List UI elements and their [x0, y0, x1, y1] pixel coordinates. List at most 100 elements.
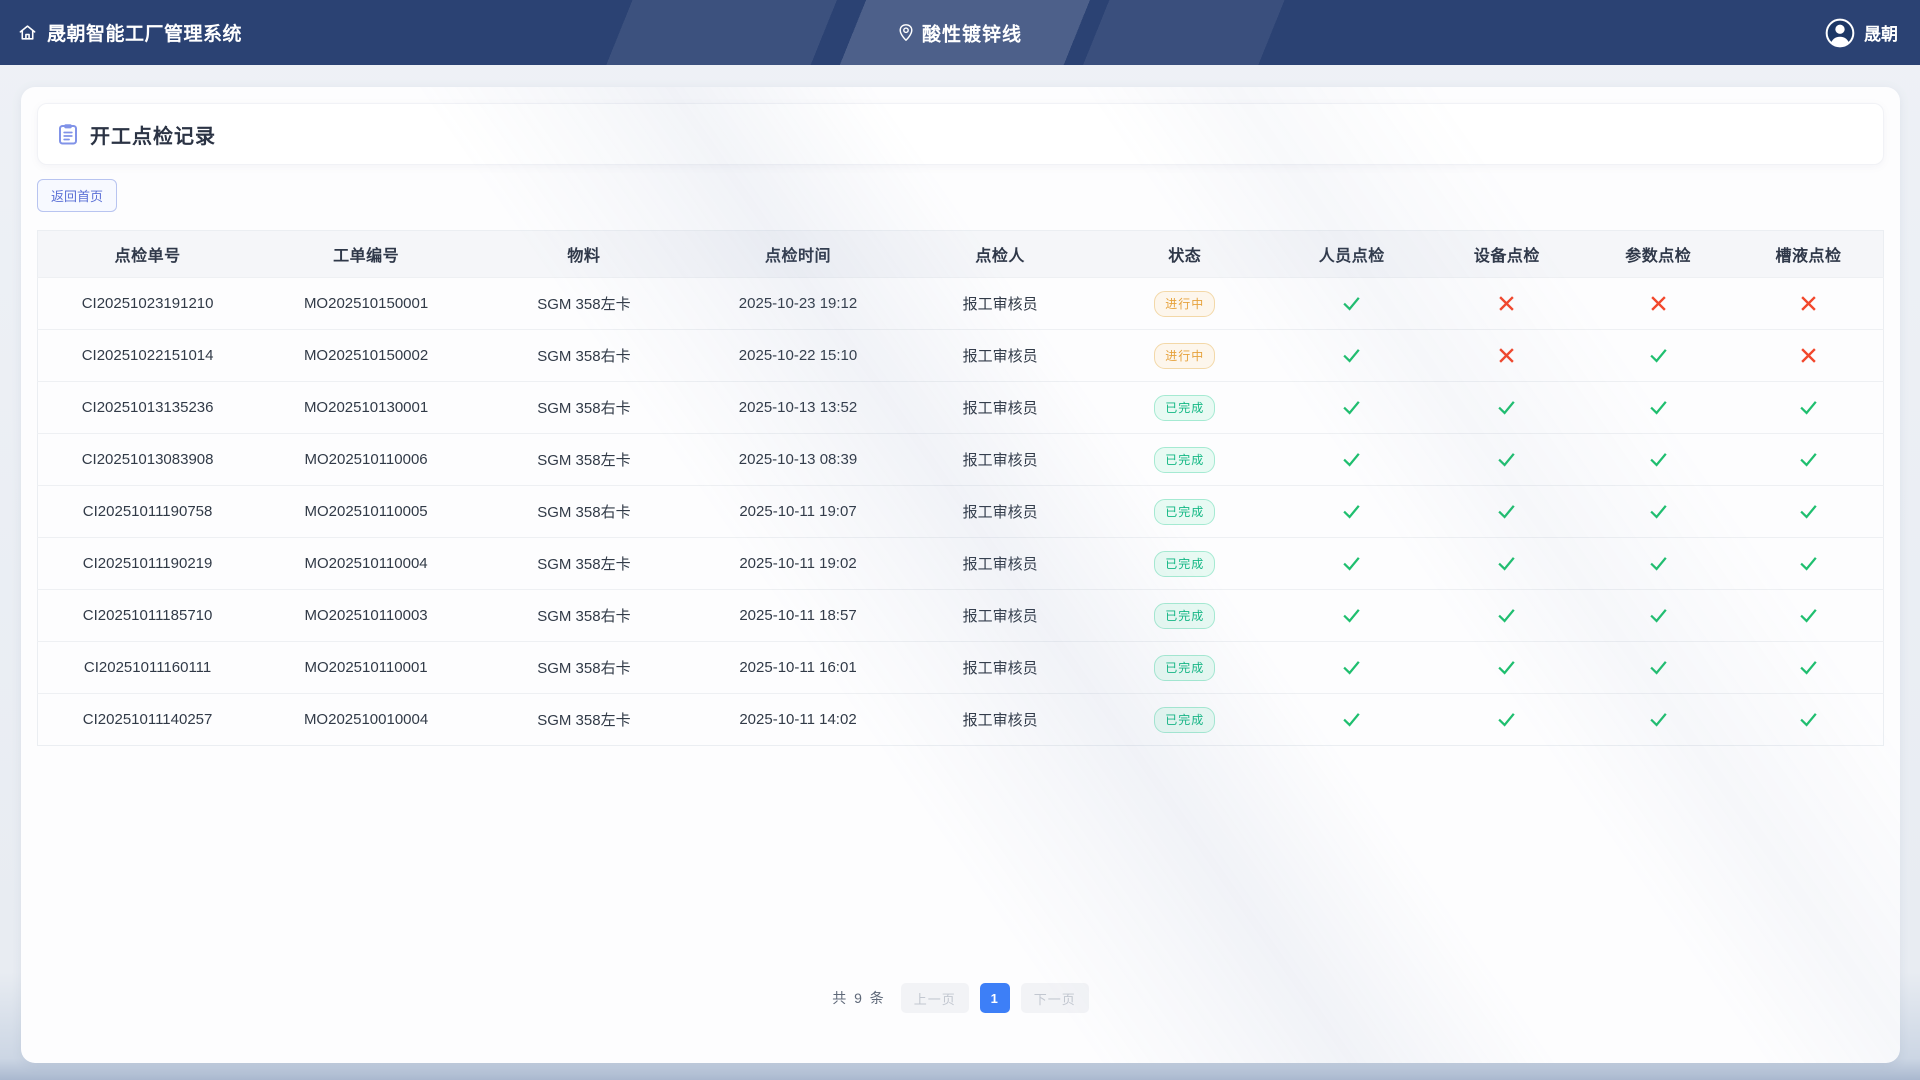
cell-parameter-check	[1583, 486, 1734, 538]
user-avatar-icon[interactable]	[1825, 18, 1855, 48]
cell-equipment-check	[1431, 486, 1582, 538]
cell-status: 已完成	[1097, 486, 1272, 538]
check-icon	[1798, 397, 1819, 418]
check-icon	[1798, 709, 1819, 730]
cell-inspection-id: CI20251022151014	[38, 330, 258, 382]
table-row: CI20251013083908 MO202510110006 SGM 358左…	[38, 434, 1884, 486]
cell-material: SGM 358左卡	[475, 538, 693, 590]
cell-personnel-check	[1272, 382, 1431, 434]
cell-inspector: 报工审核员	[903, 538, 1097, 590]
cell-status: 进行中	[1097, 278, 1272, 330]
user-name: 晟朝	[1864, 20, 1898, 45]
page-header: 开工点检记录	[37, 103, 1884, 165]
cross-icon	[1497, 346, 1516, 365]
cell-bath-check	[1734, 330, 1884, 382]
cell-material: SGM 358右卡	[475, 330, 693, 382]
cell-bath-check	[1734, 590, 1884, 642]
page-title: 开工点检记录	[90, 120, 216, 149]
back-home-button[interactable]: 返回首页	[37, 179, 117, 212]
cell-equipment-check	[1431, 434, 1582, 486]
cell-status: 已完成	[1097, 434, 1272, 486]
check-icon	[1648, 397, 1669, 418]
cell-inspection-id: CI20251011160111	[38, 642, 258, 694]
table-row: CI20251022151014 MO202510150002 SGM 358右…	[38, 330, 1884, 382]
table-row: CI20251011160111 MO202510110001 SGM 358右…	[38, 642, 1884, 694]
table-header-row: 点检单号工单编号物料点检时间点检人状态人员点检设备点检参数点检槽液点检	[38, 231, 1884, 278]
check-icon	[1798, 657, 1819, 678]
check-icon	[1341, 501, 1362, 522]
column-header: 槽液点检	[1734, 231, 1884, 278]
cell-time: 2025-10-13 13:52	[693, 382, 903, 434]
cell-status: 已完成	[1097, 642, 1272, 694]
cell-status: 已完成	[1097, 590, 1272, 642]
cell-inspection-id: CI20251023191210	[38, 278, 258, 330]
navbar-line: 酸性镀锌线	[898, 19, 1022, 46]
column-header: 点检人	[903, 231, 1097, 278]
next-page-button[interactable]: 下一页	[1021, 983, 1089, 1013]
cell-work-order: MO202510110005	[257, 486, 475, 538]
cell-bath-check	[1734, 538, 1884, 590]
status-badge: 已完成	[1154, 551, 1215, 577]
cell-personnel-check	[1272, 590, 1431, 642]
cell-time: 2025-10-11 14:02	[693, 694, 903, 746]
cell-personnel-check	[1272, 486, 1431, 538]
home-icon	[18, 23, 37, 42]
navbar-user: 晟朝	[1825, 18, 1920, 48]
cell-inspection-id: CI20251013083908	[38, 434, 258, 486]
location-pin-icon	[898, 24, 914, 42]
cell-status: 已完成	[1097, 382, 1272, 434]
cross-icon	[1799, 294, 1818, 313]
production-line-name: 酸性镀锌线	[922, 19, 1022, 46]
status-badge: 已完成	[1154, 603, 1215, 629]
cell-time: 2025-10-11 18:57	[693, 590, 903, 642]
cell-material: SGM 358右卡	[475, 590, 693, 642]
column-header: 点检时间	[693, 231, 903, 278]
cell-inspector: 报工审核员	[903, 590, 1097, 642]
cross-icon	[1799, 346, 1818, 365]
cell-material: SGM 358左卡	[475, 278, 693, 330]
check-icon	[1648, 605, 1669, 626]
cell-time: 2025-10-11 19:02	[693, 538, 903, 590]
cell-equipment-check	[1431, 590, 1582, 642]
cell-bath-check	[1734, 434, 1884, 486]
status-badge: 已完成	[1154, 447, 1215, 473]
cell-inspector: 报工审核员	[903, 642, 1097, 694]
cross-icon	[1649, 294, 1668, 313]
status-badge: 已完成	[1154, 499, 1215, 525]
page-1-button[interactable]: 1	[980, 983, 1010, 1013]
cell-time: 2025-10-13 08:39	[693, 434, 903, 486]
cell-personnel-check	[1272, 434, 1431, 486]
cell-personnel-check	[1272, 538, 1431, 590]
table-row: CI20251023191210 MO202510150001 SGM 358左…	[38, 278, 1884, 330]
cell-work-order: MO202510150002	[257, 330, 475, 382]
cell-inspection-id: CI20251011190219	[38, 538, 258, 590]
main-card: 开工点检记录 返回首页 点检单号工单编号物料点检时间点检人状态人员点检设备点检参…	[21, 87, 1900, 1063]
check-icon	[1341, 449, 1362, 470]
cell-personnel-check	[1272, 694, 1431, 746]
cell-bath-check	[1734, 642, 1884, 694]
prev-page-button[interactable]: 上一页	[901, 983, 969, 1013]
cell-equipment-check	[1431, 538, 1582, 590]
check-icon	[1648, 709, 1669, 730]
app-title: 晟朝智能工厂管理系统	[47, 19, 242, 46]
cell-parameter-check	[1583, 434, 1734, 486]
check-icon	[1496, 605, 1517, 626]
check-icon	[1496, 657, 1517, 678]
cell-inspector: 报工审核员	[903, 694, 1097, 746]
cell-personnel-check	[1272, 642, 1431, 694]
check-icon	[1798, 553, 1819, 574]
cell-parameter-check	[1583, 278, 1734, 330]
check-icon	[1341, 553, 1362, 574]
cell-material: SGM 358左卡	[475, 434, 693, 486]
column-header: 物料	[475, 231, 693, 278]
cell-material: SGM 358左卡	[475, 694, 693, 746]
cell-bath-check	[1734, 486, 1884, 538]
table-row: CI20251011185710 MO202510110003 SGM 358右…	[38, 590, 1884, 642]
cell-status: 已完成	[1097, 694, 1272, 746]
check-icon	[1648, 553, 1669, 574]
check-icon	[1496, 397, 1517, 418]
cell-inspector: 报工审核员	[903, 278, 1097, 330]
cell-parameter-check	[1583, 330, 1734, 382]
cell-bath-check	[1734, 382, 1884, 434]
top-navbar: 晟朝智能工厂管理系统 酸性镀锌线 晟朝	[0, 0, 1920, 65]
